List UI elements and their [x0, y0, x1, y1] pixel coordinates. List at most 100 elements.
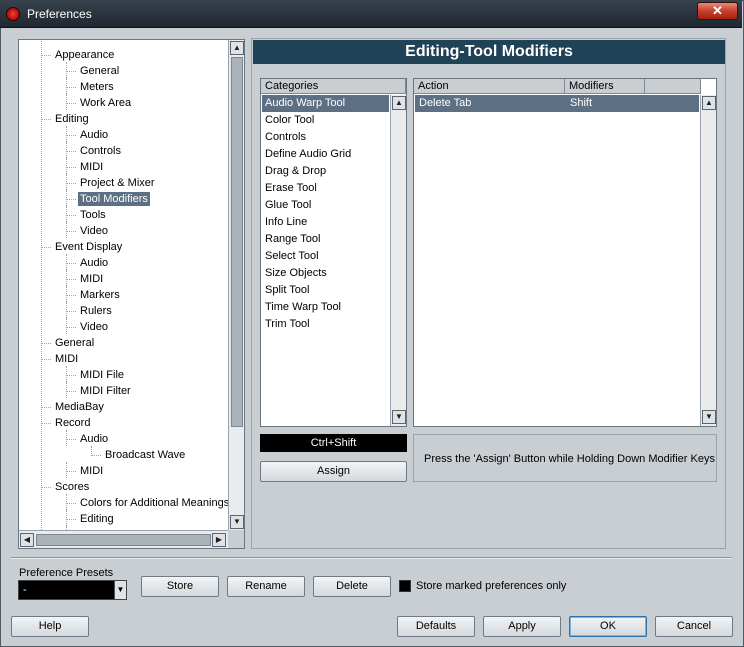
tree-item[interactable]: MIDI: [78, 464, 105, 478]
tree-item[interactable]: MIDI: [78, 272, 105, 286]
tree-connector: [66, 231, 76, 232]
modifiers-column-header[interactable]: Modifiers: [565, 79, 645, 94]
tree-item[interactable]: Rulers: [78, 304, 114, 318]
tree-item[interactable]: Record: [53, 416, 92, 430]
table-row[interactable]: Delete Tab Shift: [415, 95, 699, 112]
actions-scrollbar[interactable]: ▲ ▼: [700, 95, 716, 426]
tree-item[interactable]: Appearance: [53, 48, 116, 62]
tree-guide: [66, 366, 67, 382]
scroll-up-icon[interactable]: ▲: [392, 96, 406, 110]
tree-vertical-scrollbar[interactable]: ▲ ▼: [228, 40, 244, 530]
tree-guide: [66, 190, 67, 206]
tree-connector: [41, 247, 51, 248]
categories-header[interactable]: Categories: [261, 79, 406, 94]
scroll-thumb-horizontal[interactable]: [36, 534, 211, 546]
tree-item[interactable]: Tools: [78, 208, 108, 222]
tree-item[interactable]: Broadcast Wave: [103, 448, 187, 462]
category-item[interactable]: Controls: [262, 129, 389, 146]
preferences-tree[interactable]: Appearance General Meters Work Area Editing A…: [18, 39, 245, 549]
tree-connector: [41, 423, 51, 424]
actions-table[interactable]: Action Modifiers Delete Tab Shift ▲ ▼: [413, 78, 717, 427]
tree-connector: [66, 151, 76, 152]
tree-connector: [66, 439, 76, 440]
separator: [11, 557, 732, 559]
category-item[interactable]: Define Audio Grid: [262, 146, 389, 163]
tree-horizontal-scrollbar[interactable]: ◀ ▶: [19, 530, 228, 548]
category-item[interactable]: Drag & Drop: [262, 163, 389, 180]
store-button[interactable]: Store: [141, 576, 219, 597]
assign-button[interactable]: Assign: [260, 461, 407, 482]
tree-item[interactable]: Editing: [53, 112, 91, 126]
tree-item[interactable]: Meters: [78, 80, 116, 94]
ok-button[interactable]: OK: [569, 616, 647, 637]
scroll-right-icon[interactable]: ▶: [212, 533, 226, 547]
categories-list[interactable]: Categories Audio Warp Tool Color Tool Cont…: [260, 78, 407, 427]
action-column-header[interactable]: Action: [414, 79, 565, 94]
scroll-corner: [228, 530, 244, 548]
title-bar[interactable]: Preferences ✕: [0, 0, 742, 28]
scroll-down-icon[interactable]: ▼: [392, 410, 406, 424]
tree-item[interactable]: Markers: [78, 288, 122, 302]
category-item[interactable]: Info Line: [262, 214, 389, 231]
presets-dropdown[interactable]: - ▼: [18, 580, 127, 600]
scroll-up-icon[interactable]: ▲: [230, 41, 244, 55]
cancel-button[interactable]: Cancel: [655, 616, 733, 637]
tree-item[interactable]: Controls: [78, 144, 123, 158]
tree-item[interactable]: General: [78, 64, 121, 78]
tree-connector: [41, 119, 51, 120]
tree-item[interactable]: Tool Modifiers: [78, 192, 150, 206]
tree-connector: [41, 487, 51, 488]
store-marked-only-label: Store marked preferences only: [416, 580, 567, 592]
tree-guide: [41, 41, 42, 530]
tree-item[interactable]: MIDI Filter: [78, 384, 133, 398]
scroll-down-icon[interactable]: ▼: [702, 410, 716, 424]
category-item[interactable]: Range Tool: [262, 231, 389, 248]
tree-guide: [66, 206, 67, 222]
tree-connector: [66, 327, 76, 328]
category-item[interactable]: Trim Tool: [262, 316, 389, 333]
tree-item[interactable]: Editing: [78, 512, 116, 526]
category-item[interactable]: Color Tool: [262, 112, 389, 129]
category-item[interactable]: Time Warp Tool: [262, 299, 389, 316]
page-title: Editing-Tool Modifiers: [253, 40, 725, 64]
chevron-down-icon[interactable]: ▼: [114, 581, 126, 599]
category-item[interactable]: Select Tool: [262, 248, 389, 265]
tree-item[interactable]: Event Display: [53, 240, 124, 254]
tree-connector: [66, 519, 76, 520]
tree-item[interactable]: Audio: [78, 256, 110, 270]
tree-connector: [66, 87, 76, 88]
scroll-left-icon[interactable]: ◀: [20, 533, 34, 547]
help-button[interactable]: Help: [11, 616, 89, 637]
category-item[interactable]: Erase Tool: [262, 180, 389, 197]
defaults-button[interactable]: Defaults: [397, 616, 475, 637]
rename-button[interactable]: Rename: [227, 576, 305, 597]
apply-button[interactable]: Apply: [483, 616, 561, 637]
delete-button[interactable]: Delete: [313, 576, 391, 597]
tree-guide: [66, 126, 67, 142]
store-marked-only-checkbox[interactable]: [399, 580, 411, 592]
category-item[interactable]: Split Tool: [262, 282, 389, 299]
tree-item[interactable]: MIDI: [78, 160, 105, 174]
tree-guide: [66, 286, 67, 302]
tree-item[interactable]: Work Area: [78, 96, 133, 110]
tree-item[interactable]: Video: [78, 224, 110, 238]
tree-item[interactable]: Scores: [53, 480, 91, 494]
tree-guide: [66, 62, 67, 78]
scroll-thumb[interactable]: [231, 57, 243, 427]
scroll-up-icon[interactable]: ▲: [702, 96, 716, 110]
close-button[interactable]: ✕: [697, 2, 738, 20]
tree-item[interactable]: Audio: [78, 432, 110, 446]
category-item[interactable]: Size Objects: [262, 265, 389, 282]
tree-item[interactable]: MIDI File: [78, 368, 126, 382]
tree-item[interactable]: Audio: [78, 128, 110, 142]
tree-item[interactable]: Colors for Additional Meanings: [78, 496, 228, 510]
tree-item[interactable]: MediaBay: [53, 400, 106, 414]
category-item[interactable]: Audio Warp Tool: [262, 95, 389, 112]
scroll-down-icon[interactable]: ▼: [230, 515, 244, 529]
category-item[interactable]: Glue Tool: [262, 197, 389, 214]
categories-scrollbar[interactable]: ▲ ▼: [390, 95, 406, 426]
tree-item[interactable]: Project & Mixer: [78, 176, 157, 190]
tree-item[interactable]: MIDI: [53, 352, 80, 366]
tree-item[interactable]: General: [53, 336, 96, 350]
tree-item[interactable]: Video: [78, 320, 110, 334]
